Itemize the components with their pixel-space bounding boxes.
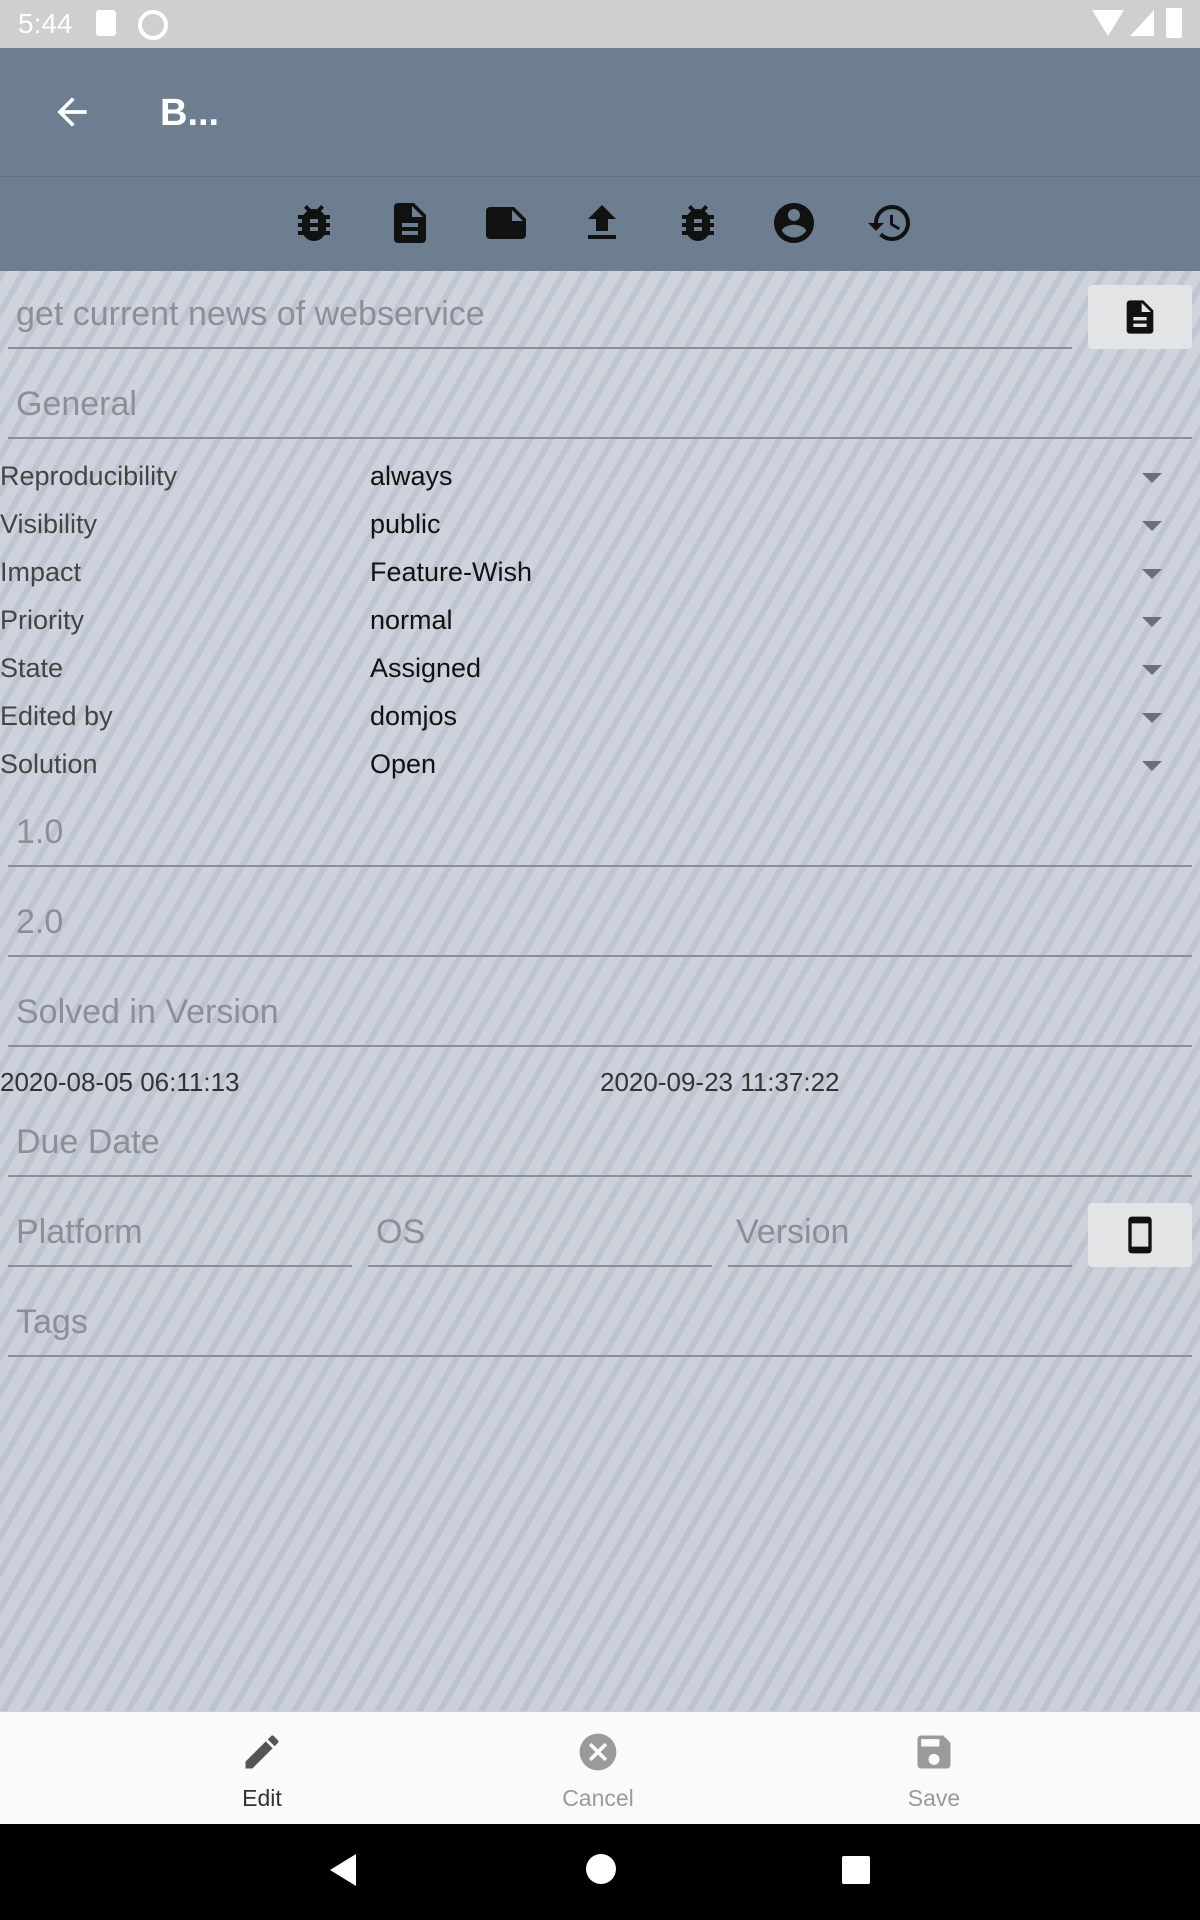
save-label: Save: [907, 1785, 961, 1811]
note-icon[interactable]: [482, 199, 530, 247]
page-title: B...: [160, 92, 220, 134]
system-back-icon[interactable]: [330, 1854, 356, 1886]
device-profile-button[interactable]: [1088, 1203, 1192, 1267]
row-label: Priority: [0, 605, 85, 635]
cancel-icon: [579, 1733, 617, 1771]
wifi-icon: [1092, 10, 1124, 36]
edited-by-select[interactable]: Edited by domjos: [0, 695, 1200, 743]
notification-icon: [138, 10, 168, 40]
issue-form: get current news of webservice General R…: [0, 271, 1200, 1711]
history-icon[interactable]: [866, 199, 914, 247]
system-recents-icon[interactable]: [842, 1856, 870, 1884]
dropdown-caret-icon: [1142, 713, 1162, 723]
row-label: Edited by: [0, 701, 113, 731]
system-home-icon[interactable]: [586, 1854, 616, 1884]
row-value: Open: [370, 749, 437, 779]
row-value: normal: [370, 605, 453, 635]
dropdown-caret-icon: [1142, 665, 1162, 675]
created-date: 2020-08-05 06:11:13: [0, 1067, 240, 1097]
row-label: Visibility: [0, 509, 98, 539]
battery-icon: [1166, 8, 1182, 38]
row-label: Solution: [0, 749, 98, 779]
status-bar: 5:44: [0, 0, 1200, 48]
priority-select[interactable]: Priority normal: [0, 599, 1200, 647]
bottom-navigation: Edit Cancel Save: [0, 1712, 1200, 1824]
dropdown-caret-icon: [1142, 521, 1162, 531]
platform-input[interactable]: Platform: [8, 1213, 352, 1267]
pencil-icon: [245, 1735, 279, 1769]
system-navigation-bar: [0, 1824, 1200, 1920]
save-button[interactable]: Save: [834, 1730, 1034, 1812]
issue-toolbar: [0, 176, 1200, 271]
due-date-input[interactable]: Due Date: [8, 1123, 1192, 1177]
target-version-input[interactable]: 2.0: [8, 903, 1192, 957]
bug-icon[interactable]: [674, 199, 722, 247]
row-label: State: [0, 653, 64, 683]
solution-select[interactable]: Solution Open: [0, 743, 1200, 791]
phone-icon: [1128, 1216, 1152, 1254]
os-version-input[interactable]: Version: [728, 1213, 1072, 1267]
tags-input[interactable]: Tags: [8, 1303, 1192, 1357]
summary-input[interactable]: get current news of webservice: [8, 295, 1072, 349]
bug-icon[interactable]: [290, 199, 338, 247]
dropdown-caret-icon: [1142, 617, 1162, 627]
state-select[interactable]: State Assigned: [0, 647, 1200, 695]
os-input[interactable]: OS: [368, 1213, 712, 1267]
reproducibility-select[interactable]: Reproducibility always: [0, 455, 1200, 503]
edit-label: Edit: [242, 1785, 282, 1811]
edit-button[interactable]: Edit: [162, 1730, 362, 1812]
save-icon: [917, 1735, 951, 1769]
version-input[interactable]: 1.0: [8, 813, 1192, 867]
dropdown-caret-icon: [1142, 761, 1162, 771]
category-input[interactable]: General: [8, 385, 1192, 439]
row-label: Impact: [0, 557, 82, 587]
description-button[interactable]: [1088, 285, 1192, 349]
back-arrow-icon[interactable]: [50, 90, 94, 134]
sd-card-icon: [96, 10, 116, 36]
dropdown-caret-icon: [1142, 473, 1162, 483]
row-label: Reproducibility: [0, 461, 178, 491]
row-value: Feature-Wish: [370, 557, 533, 587]
dropdown-caret-icon: [1142, 569, 1162, 579]
cancel-label: Cancel: [562, 1785, 634, 1811]
status-time: 5:44: [18, 8, 73, 39]
account-icon[interactable]: [770, 199, 818, 247]
document-icon: [1126, 300, 1154, 334]
row-value: Assigned: [370, 653, 482, 683]
impact-select[interactable]: Impact Feature-Wish: [0, 551, 1200, 599]
row-value: always: [370, 461, 453, 491]
document-icon[interactable]: [386, 199, 434, 247]
updated-date: 2020-09-23 11:37:22: [600, 1067, 840, 1097]
row-value: public: [370, 509, 441, 539]
solved-version-input[interactable]: Solved in Version: [8, 993, 1192, 1047]
cancel-button[interactable]: Cancel: [498, 1730, 698, 1812]
row-value: domjos: [370, 701, 458, 731]
signal-icon: [1130, 10, 1154, 36]
app-bar: B...: [0, 48, 1200, 176]
upload-icon[interactable]: [578, 199, 626, 247]
visibility-select[interactable]: Visibility public: [0, 503, 1200, 551]
